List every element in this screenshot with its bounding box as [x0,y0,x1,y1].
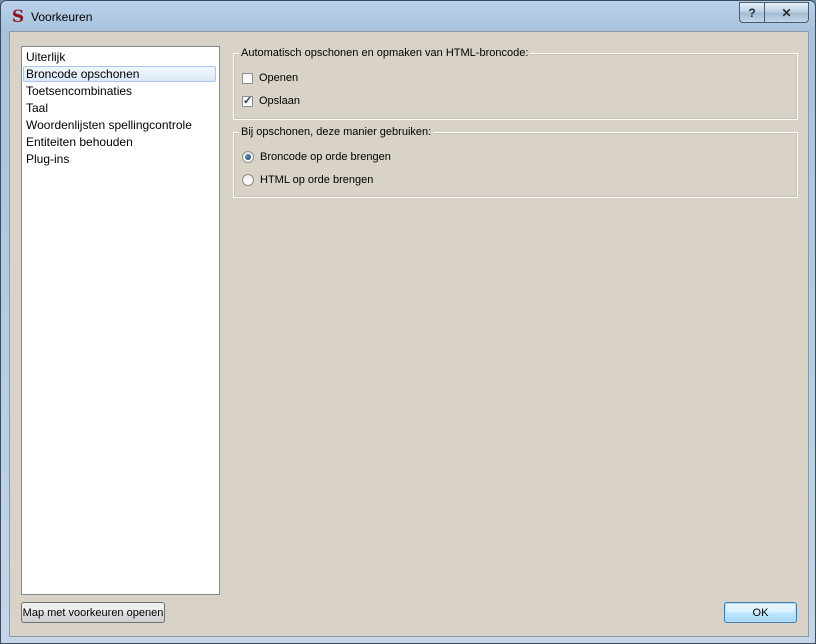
open-preferences-folder-button[interactable]: Map met voorkeuren openen [21,602,165,623]
nav-item-broncode-opschonen[interactable]: Broncode opschonen [23,66,216,82]
auto-clean-legend: Automatisch opschonen en opmaken van HTM… [239,46,531,60]
nav-item-taal[interactable]: Taal [23,100,216,116]
option-broncode[interactable]: Broncode op orde brengen [242,151,391,163]
help-button[interactable]: ? [739,2,764,23]
open-option[interactable]: Openen [242,72,298,84]
open-label: Openen [259,72,299,84]
nav-item-toetsencombinaties[interactable]: Toetsencombinaties [23,83,216,99]
save-label: Opslaan [259,95,300,107]
ok-button[interactable]: OK [724,602,797,623]
category-list[interactable]: Uiterlijk Broncode opschonen Toetsencomb… [21,46,220,595]
clean-method-legend: Bij opschonen, deze manier gebruiken: [239,125,434,139]
broncode-radio[interactable] [242,151,254,163]
broncode-label: Broncode op orde brengen [260,151,391,163]
save-checkbox[interactable] [242,94,253,107]
nav-item-woordenlijsten[interactable]: Woordenlijsten spellingcontrole [23,117,216,133]
caption-buttons: ? ✕ [739,2,809,23]
close-button[interactable]: ✕ [764,2,809,23]
nav-item-plug-ins[interactable]: Plug-ins [23,151,216,167]
auto-clean-group: Automatisch opschonen en opmaken van HTM… [233,46,798,120]
option-html[interactable]: HTML op orde brengen [242,174,373,186]
open-checkbox[interactable] [242,72,253,84]
html-radio[interactable] [242,174,254,186]
preferences-dialog: S Voorkeuren ? ✕ Uiterlijk Broncode opsc… [0,0,816,644]
html-label: HTML op orde brengen [260,174,374,186]
nav-item-uiterlijk[interactable]: Uiterlijk [23,49,216,65]
app-logo-icon: S [11,7,25,27]
save-option[interactable]: Opslaan [242,94,300,107]
title-bar[interactable]: S Voorkeuren ? ✕ [1,1,815,31]
dialog-client-area: Uiterlijk Broncode opschonen Toetsencomb… [9,31,809,637]
close-icon: ✕ [781,5,792,20]
nav-item-entiteiten-behouden[interactable]: Entiteiten behouden [23,134,216,150]
window-title: Voorkeuren [31,10,93,24]
clean-method-group: Bij opschonen, deze manier gebruiken: Br… [233,125,798,198]
help-icon: ? [748,5,756,20]
